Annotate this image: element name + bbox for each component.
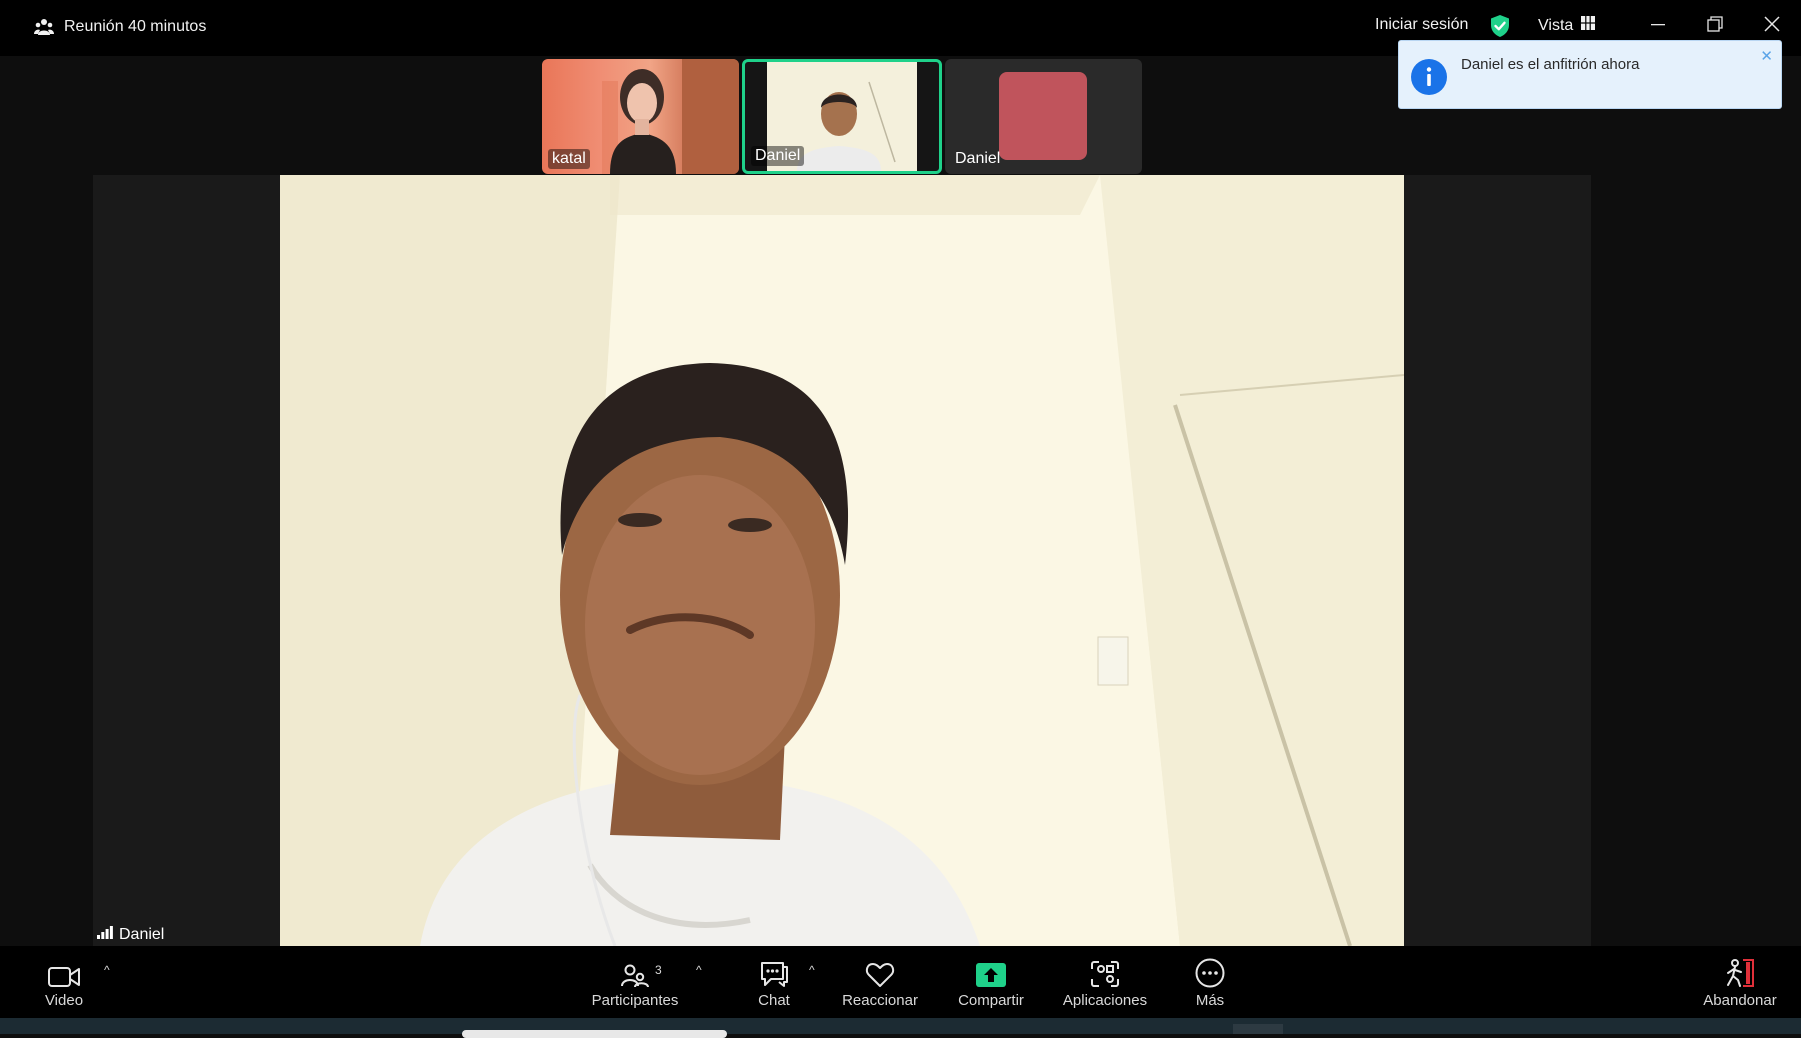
participant-thumbnail-strip: katal Daniel Daniel [542,59,1142,174]
participant-thumbnail[interactable]: katal [542,59,739,174]
chat-bubble-icon [759,946,789,988]
share-label: Compartir [958,992,1024,1009]
speaker-video-frame [280,175,1404,946]
more-button[interactable]: Más [1192,946,1228,1018]
leave-meeting-button[interactable]: Abandonar [1700,946,1780,1018]
main-video-stage: Daniel [93,175,1591,946]
video-label: Video [44,992,84,1009]
participants-label: Participantes [591,992,679,1009]
participant-name-label: Daniel [955,150,1001,167]
info-icon [1411,59,1447,100]
leave-door-icon [1724,946,1756,988]
participant-thumbnail-active[interactable]: Daniel [742,59,942,174]
notification-message: Daniel es el anfitrión ahora [1461,56,1640,73]
react-label: Reaccionar [842,992,918,1009]
close-icon [1764,15,1780,37]
react-button[interactable]: Reaccionar [840,946,920,1018]
heart-icon [865,946,895,988]
meeting-icon [34,17,54,37]
grid-view-icon [1573,16,1596,35]
meeting-title-group: Reunión 40 minutos [34,14,206,40]
restore-button[interactable] [1698,12,1732,40]
minimize-icon [1651,17,1665,36]
minimize-button[interactable] [1641,12,1675,40]
participant-thumbnail[interactable]: Daniel [945,59,1142,174]
taskbar-pill [462,1030,727,1038]
chat-label: Chat [758,992,790,1009]
notification-close-icon[interactable]: ✕ [1760,47,1773,65]
share-screen-icon [975,946,1007,988]
sign-in-link[interactable]: Iniciar sesión [1375,16,1468,34]
host-notification-toast: Daniel es el anfitrión ahora ✕ [1398,40,1782,109]
participants-options-caret[interactable]: ^ [696,963,702,977]
taskbar-tab [1233,1024,1283,1034]
restore-icon [1707,15,1723,37]
speaker-name-tag: Daniel [97,925,164,944]
security-shield-icon[interactable] [1489,14,1511,43]
apps-label: Aplicaciones [1062,992,1148,1009]
video-button[interactable]: Video [38,946,90,1018]
video-camera-icon [48,946,80,988]
meeting-toolbar: Video ^ Participantes 3 ^ Chat ^ Reaccio… [0,946,1801,1018]
video-options-caret[interactable]: ^ [104,963,110,977]
participants-button[interactable]: Participantes [585,946,685,1018]
meeting-title: Reunión 40 minutos [64,18,207,35]
taskbar-strip [0,1018,1801,1034]
close-button[interactable] [1755,12,1789,40]
signal-strength-icon [97,925,119,944]
apps-icon [1090,946,1120,988]
participant-name-label: katal [548,149,590,169]
participant-name-label: Daniel [751,146,805,166]
view-menu-button[interactable]: Vista [1538,16,1596,35]
participants-count-badge: 3 [655,963,662,977]
chat-button[interactable]: Chat [752,946,796,1018]
share-screen-button[interactable]: Compartir [955,946,1027,1018]
avatar [999,72,1087,160]
view-label: Vista [1538,16,1574,34]
leave-label: Abandonar [1703,992,1777,1009]
more-label: Más [1195,992,1225,1009]
speaker-video [280,175,1404,946]
participants-icon [621,946,649,988]
chat-options-caret[interactable]: ^ [809,963,815,977]
speaker-name: Daniel [119,925,165,943]
apps-button[interactable]: Aplicaciones [1060,946,1150,1018]
more-options-icon [1195,946,1225,988]
